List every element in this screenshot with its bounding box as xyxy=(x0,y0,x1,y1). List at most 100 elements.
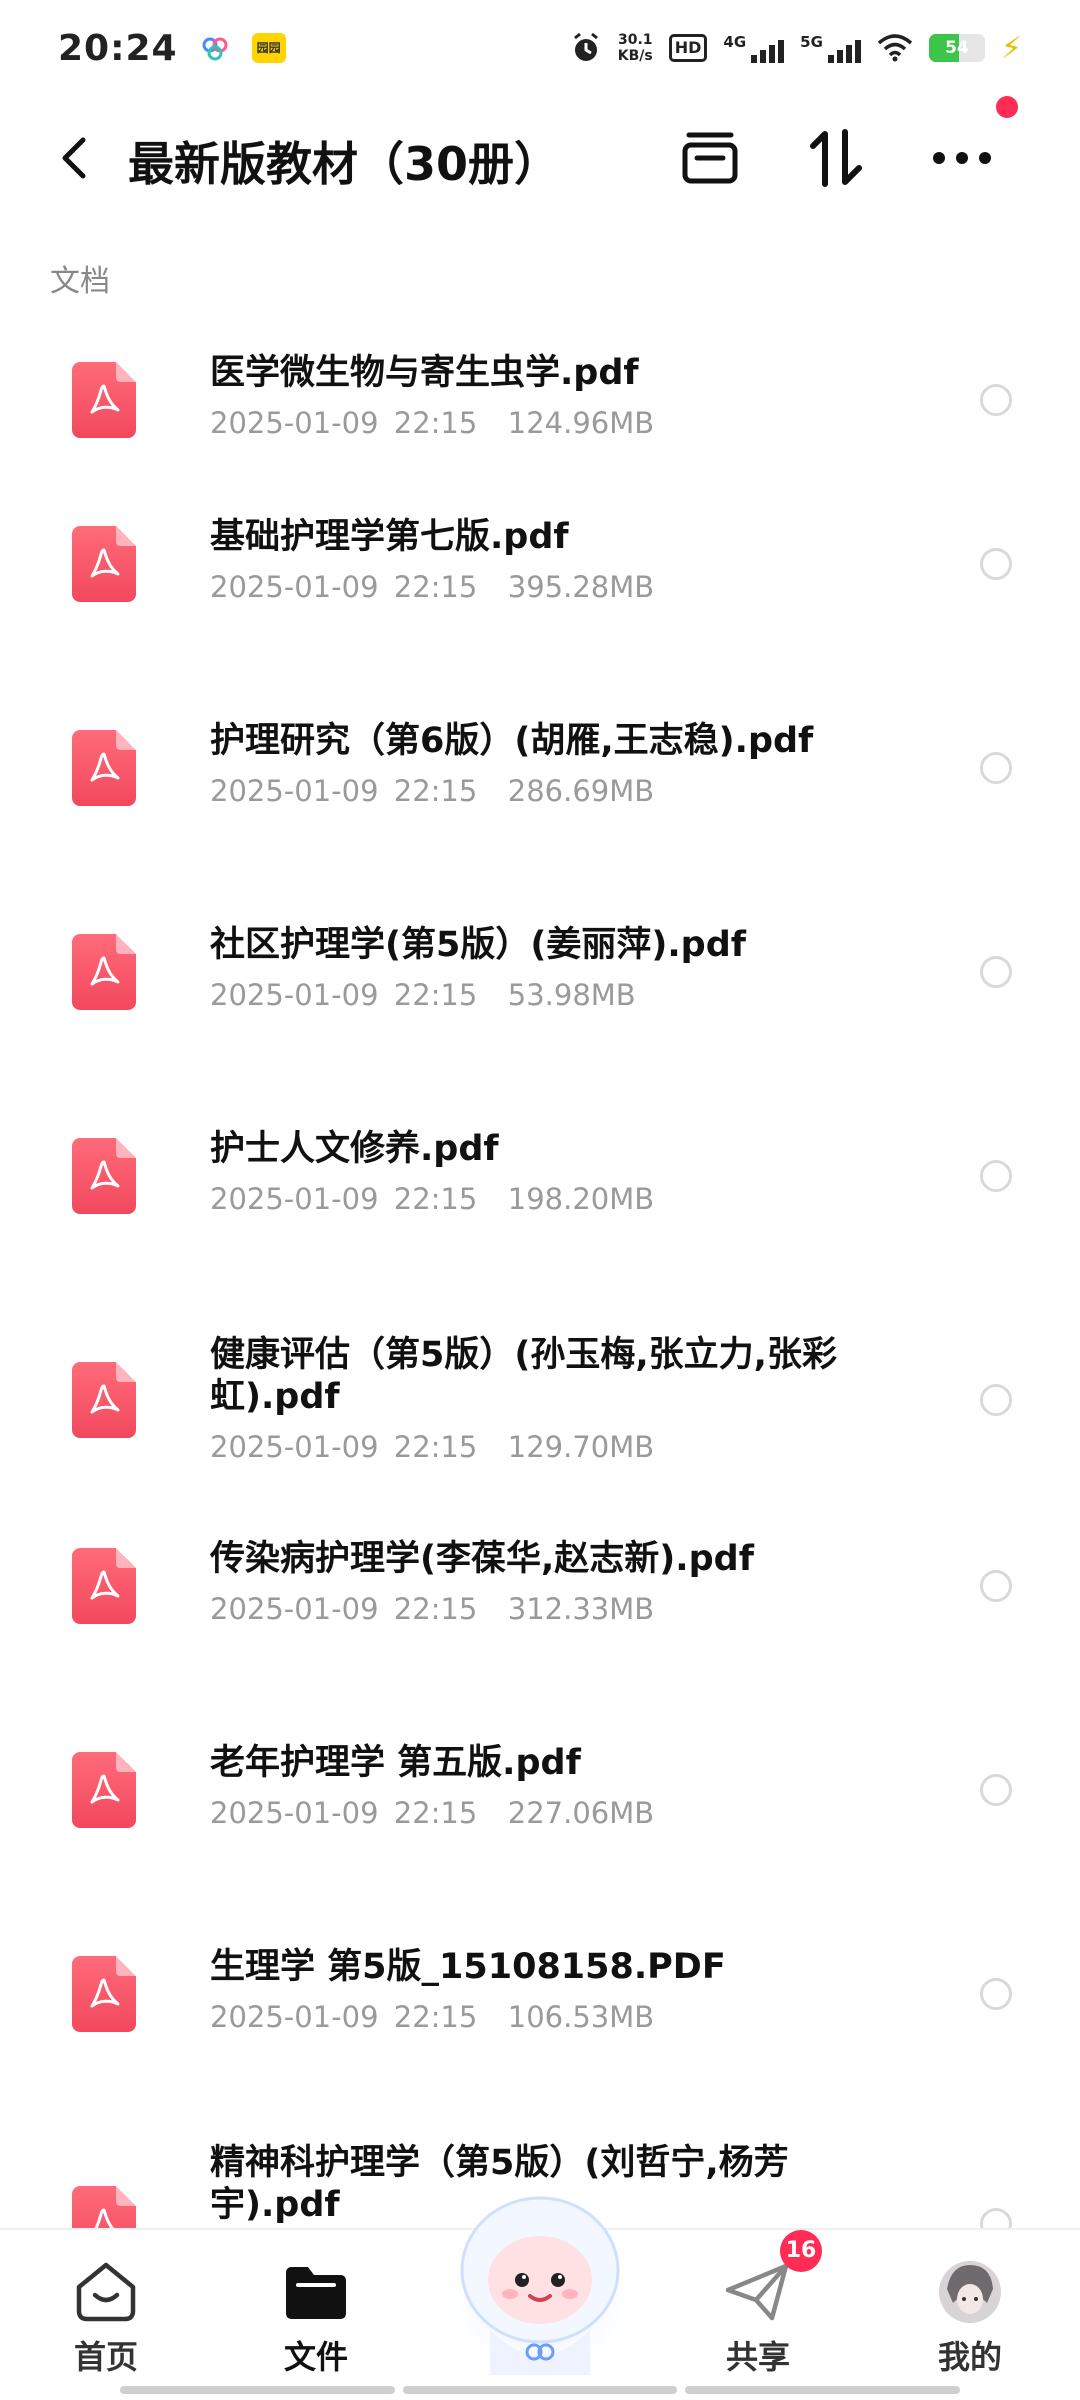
battery-icon: 54 xyxy=(928,34,985,62)
avatar xyxy=(935,2260,1005,2324)
mascot-assistant-button[interactable] xyxy=(430,2180,650,2380)
file-size: 312.33MB xyxy=(507,1592,655,1626)
nav-mine[interactable]: 我的 xyxy=(900,2260,1040,2378)
pdf-file-icon xyxy=(72,1138,136,1214)
file-meta: 2025-01-09 22:15 53.98MB xyxy=(210,978,636,1012)
file-date: 2025-01-09 22:15 xyxy=(210,406,478,440)
sort-button[interactable] xyxy=(802,124,870,192)
file-date: 2025-01-09 22:15 xyxy=(210,2000,478,2034)
file-size: 124.96MB xyxy=(507,406,655,440)
file-name: 社区护理学(第5版）(姜丽萍).pdf xyxy=(210,925,746,965)
status-bar: 20:24 园园 30.1 KB/s HD 4G 5G 54 ⚡ xyxy=(0,0,1080,96)
select-radio[interactable] xyxy=(980,1570,1012,1602)
pdf-file-icon xyxy=(72,1752,136,1828)
select-box-icon xyxy=(682,132,738,184)
nav-mine-label: 我的 xyxy=(937,2338,1002,2376)
paper-plane-icon xyxy=(723,2260,793,2324)
select-radio[interactable] xyxy=(980,752,1012,784)
file-meta: 2025-01-09 22:15 286.69MB xyxy=(210,774,654,808)
cloud-app-icon xyxy=(202,37,228,61)
nav-share[interactable]: 共享 xyxy=(688,2260,828,2378)
file-name: 医学微生物与寄生虫学.pdf xyxy=(210,353,639,393)
file-meta: 2025-01-09 22:15 227.06MB xyxy=(210,1796,654,1830)
nav-home-label: 首页 xyxy=(73,2338,138,2376)
file-browser-screen: 20:24 园园 30.1 KB/s HD 4G 5G 54 ⚡ 最新版教材（3… xyxy=(0,0,1080,2400)
nav-files-label: 文件 xyxy=(283,2338,348,2376)
sort-icon xyxy=(810,129,862,187)
file-size: 286.69MB xyxy=(507,774,655,808)
header: 最新版教材（30册） xyxy=(0,110,1080,206)
home-icon xyxy=(71,2260,141,2324)
more-dots-icon xyxy=(933,152,991,164)
select-radio[interactable] xyxy=(980,1384,1012,1416)
file-date: 2025-01-09 22:15 xyxy=(210,774,478,808)
nav-share-label: 共享 xyxy=(725,2338,790,2376)
signal-4g-label: 4G xyxy=(723,33,747,51)
file-name: 护理研究（第6版）(胡雁,王志稳).pdf xyxy=(210,721,814,761)
status-left: 20:24 园园 xyxy=(58,28,286,69)
pdf-file-icon xyxy=(72,1362,136,1438)
back-button[interactable] xyxy=(48,132,100,184)
file-date: 2025-01-09 22:15 xyxy=(210,1592,478,1626)
pdf-file-icon xyxy=(72,1548,136,1624)
multi-select-button[interactable] xyxy=(676,124,744,192)
file-size: 227.06MB xyxy=(507,1796,655,1830)
status-time: 20:24 xyxy=(58,27,178,69)
file-name: 生理学 第5版_15108158.PDF xyxy=(210,1947,726,1987)
file-date: 2025-01-09 22:15 xyxy=(210,570,478,604)
section-label: 文档 xyxy=(50,264,110,299)
hd-voice-icon: HD xyxy=(668,34,708,62)
more-button[interactable] xyxy=(928,124,996,192)
pdf-file-icon xyxy=(72,362,136,438)
file-meta: 2025-01-09 22:15 395.28MB xyxy=(210,570,654,604)
select-radio[interactable] xyxy=(980,1978,1012,2010)
page-title: 最新版教材（30册） xyxy=(128,137,561,191)
file-name: 健康评估（第5版）(孙玉梅,张立力,张彩虹).pdf xyxy=(210,1335,837,1417)
folder-icon xyxy=(281,2260,351,2324)
file-size: 198.20MB xyxy=(507,1182,655,1216)
select-radio[interactable] xyxy=(980,548,1012,580)
select-radio[interactable] xyxy=(980,1774,1012,1806)
signal-4g-icon: 4G xyxy=(723,33,785,63)
file-size: 53.98MB xyxy=(507,978,636,1012)
file-date: 2025-01-09 22:15 xyxy=(210,1796,478,1830)
file-name: 传染病护理学(李葆华,赵志新).pdf xyxy=(210,1539,754,1579)
alarm-icon xyxy=(573,32,598,61)
file-meta: 2025-01-09 22:15 106.53MB xyxy=(210,2000,654,2034)
select-radio[interactable] xyxy=(980,2208,1012,2228)
file-meta: 2025-01-09 22:15 312.33MB xyxy=(210,1592,654,1626)
net-speed-unit: KB/s xyxy=(617,48,653,64)
share-count-badge: 16 xyxy=(780,2230,822,2272)
signal-5g-label: 5G xyxy=(800,33,823,51)
gesture-bar xyxy=(120,2386,961,2394)
notification-app-badge: 园园 xyxy=(251,33,286,63)
pdf-file-icon xyxy=(72,1956,136,2032)
file-date: 2025-01-09 22:15 xyxy=(210,1182,478,1216)
net-speed: 30.1 KB/s xyxy=(618,32,653,64)
battery-level: 54 xyxy=(945,38,969,58)
notification-dot xyxy=(996,96,1018,118)
file-name: 护士人文修养.pdf xyxy=(210,1129,499,1169)
pdf-file-icon xyxy=(72,2186,136,2228)
file-meta: 2025-01-09 22:15 129.70MB xyxy=(210,1430,654,1464)
file-meta: 2025-01-09 22:15 124.96MB xyxy=(210,406,654,440)
mascot-icon xyxy=(432,2196,648,2378)
file-size: 395.28MB xyxy=(507,570,655,604)
net-speed-value: 30.1 xyxy=(617,32,653,48)
pdf-file-icon xyxy=(72,934,136,1010)
select-radio[interactable] xyxy=(980,956,1012,988)
select-radio[interactable] xyxy=(980,1160,1012,1192)
chevron-left-icon xyxy=(62,137,86,179)
select-radio[interactable] xyxy=(980,384,1012,416)
wifi-icon xyxy=(877,34,913,62)
file-name: 老年护理学 第五版.pdf xyxy=(210,1743,581,1783)
pdf-file-icon xyxy=(72,526,136,602)
pdf-file-icon xyxy=(72,730,136,806)
nav-home[interactable]: 首页 xyxy=(36,2260,176,2378)
file-meta: 2025-01-09 22:15 198.20MB xyxy=(210,1182,654,1216)
file-name: 基础护理学第七版.pdf xyxy=(210,517,569,557)
status-right: 30.1 KB/s HD 4G 5G 54 ⚡ xyxy=(570,31,1022,66)
file-date: 2025-01-09 22:15 xyxy=(210,1430,478,1464)
signal-5g-icon: 5G xyxy=(800,33,861,63)
nav-files[interactable]: 文件 xyxy=(246,2260,386,2378)
